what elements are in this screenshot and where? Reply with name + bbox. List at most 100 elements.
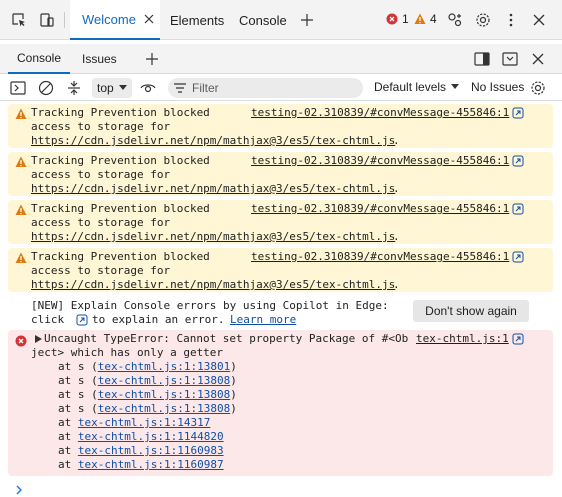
stack-location-link[interactable]: tex-chtml.js:1:13801 [98, 360, 230, 373]
source-link-icon[interactable] [512, 155, 524, 167]
dock-side-icon[interactable] [472, 49, 492, 69]
stack-suffix: ) [230, 360, 237, 373]
stack-prefix: at [58, 444, 78, 457]
console-settings-gear-icon[interactable] [528, 78, 548, 98]
console-warning: Tracking Prevention blocked testing-02.3… [8, 152, 553, 196]
error-icon [15, 335, 27, 347]
console-warning: Tracking Prevention blocked testing-02.3… [8, 104, 553, 148]
tab-console[interactable]: Console [227, 0, 287, 40]
stack-location-link[interactable]: tex-chtml.js:1:1160987 [78, 458, 224, 471]
live-expression-eye-icon[interactable] [138, 78, 158, 98]
stack-prefix: at [58, 458, 78, 471]
stack-location-link[interactable]: tex-chtml.js:1:13808 [98, 388, 230, 401]
close-icon[interactable] [144, 12, 154, 26]
stack-frame: at tex-chtml.js:1:1160983 [58, 444, 224, 458]
warning-icon [414, 13, 426, 24]
close-devtools-icon[interactable] [528, 9, 550, 31]
warning-source-link[interactable]: testing-02.310839/#convMessage-455846:1 [251, 250, 509, 264]
more-options-icon[interactable] [500, 9, 522, 31]
stack-location-link[interactable]: tex-chtml.js:1:1144820 [78, 430, 224, 443]
warning-source-link[interactable]: testing-02.310839/#convMessage-455846:1 [251, 106, 509, 120]
inspect-element-icon[interactable] [8, 9, 30, 31]
copilot-text: to explain an error. [92, 313, 225, 326]
stack-location-link[interactable]: tex-chtml.js:1:13808 [98, 374, 230, 387]
copilot-text: [NEW] Explain Console errors by using Co… [31, 299, 389, 312]
stack-frame: at tex-chtml.js:1:1144820 [58, 430, 224, 444]
context-selector[interactable]: top [92, 78, 132, 98]
levels-label: Default levels [374, 80, 447, 94]
source-link-icon[interactable] [512, 333, 524, 345]
tab-label: Console [16, 51, 62, 65]
caret-down-icon [451, 84, 460, 89]
warning-text: Tracking Prevention blocked [31, 106, 210, 119]
tab-drawer-issues[interactable]: Issues [82, 44, 117, 74]
warning-text: Tracking Prevention blocked [31, 154, 210, 167]
stack-prefix: at s ( [58, 360, 98, 373]
warning-text: . [393, 278, 400, 291]
console-warning: Tracking Prevention blocked testing-02.3… [8, 200, 553, 244]
drawer-toggle-icon[interactable] [500, 49, 520, 69]
console-toolbar: top Filter Default levels No Issues [0, 75, 562, 101]
error-icon [386, 13, 398, 25]
stack-location-link[interactable]: tex-chtml.js:1:1160983 [78, 444, 224, 457]
source-link-icon[interactable] [512, 107, 524, 119]
connections-icon[interactable] [444, 9, 466, 31]
add-tab-icon[interactable] [296, 9, 318, 31]
warning-url-link[interactable]: https://cdn.jsdelivr.net/npm/mathjax@3/e… [31, 134, 395, 148]
tab-welcome[interactable]: Welcome [70, 0, 160, 40]
error-count: 1 [402, 12, 409, 26]
stack-suffix: ) [230, 388, 237, 401]
devtools-top-bar: Welcome Elements Console 1 4 [0, 0, 562, 40]
filter-split-icon[interactable] [64, 78, 84, 98]
close-drawer-icon[interactable] [528, 49, 548, 69]
warning-source-link[interactable]: testing-02.310839/#convMessage-455846:1 [251, 154, 509, 168]
warning-text: . [393, 182, 400, 195]
context-value: top [97, 81, 114, 95]
source-link-icon[interactable] [512, 203, 524, 215]
warning-text: . [393, 230, 400, 243]
error-text: ject> which has only a getter [31, 346, 224, 359]
learn-more-link[interactable]: Learn more [230, 313, 296, 327]
warning-text: Tracking Prevention blocked [31, 202, 210, 215]
clear-console-icon[interactable] [36, 78, 56, 98]
tab-elements[interactable]: Elements [158, 0, 224, 40]
stack-frame: at s (tex-chtml.js:1:13808) [58, 388, 237, 402]
device-emulation-icon[interactable] [36, 9, 58, 31]
show-sidebar-icon[interactable] [8, 78, 28, 98]
warning-icon [15, 156, 27, 167]
filter-placeholder: Filter [192, 81, 219, 95]
warning-source-link[interactable]: testing-02.310839/#convMessage-455846:1 [251, 202, 509, 216]
log-levels-dropdown[interactable]: Default levels [374, 80, 460, 94]
warning-url-link[interactable]: https://cdn.jsdelivr.net/npm/mathjax@3/e… [31, 230, 395, 244]
expand-triangle-icon[interactable] [35, 335, 42, 343]
stack-frame: at tex-chtml.js:1:1160987 [58, 458, 224, 472]
warning-url-link[interactable]: https://cdn.jsdelivr.net/npm/mathjax@3/e… [31, 278, 395, 292]
divider [64, 12, 65, 28]
stack-frame: at tex-chtml.js:1:14317 [58, 416, 210, 430]
error-count-badge[interactable]: 1 [386, 12, 409, 26]
filter-input[interactable]: Filter [168, 78, 363, 98]
stack-prefix: at [58, 416, 78, 429]
source-link-icon[interactable] [512, 251, 524, 263]
stack-prefix: at s ( [58, 402, 98, 415]
warning-icon [15, 252, 27, 263]
warning-text: . [393, 134, 400, 147]
console-prompt-chevron-icon[interactable] [16, 484, 23, 497]
stack-location-link[interactable]: tex-chtml.js:1:13808 [98, 402, 230, 415]
add-drawer-tab-icon[interactable] [142, 49, 162, 69]
issues-count[interactable]: No Issues [471, 80, 524, 94]
copilot-icon[interactable] [76, 314, 88, 326]
error-source-link[interactable]: tex-chtml.js:1 [416, 332, 509, 346]
stack-location-link[interactable]: tex-chtml.js:1:14317 [78, 416, 210, 429]
warning-count-badge[interactable]: 4 [414, 12, 437, 26]
stack-prefix: at [58, 430, 78, 443]
console-error: Uncaught TypeError: Cannot set property … [8, 330, 553, 476]
tab-drawer-console[interactable]: Console [8, 44, 70, 74]
warning-url-link[interactable]: https://cdn.jsdelivr.net/npm/mathjax@3/e… [31, 182, 395, 196]
stack-frame: at s (tex-chtml.js:1:13808) [58, 374, 237, 388]
dont-show-again-button[interactable]: Don't show again [413, 300, 529, 322]
settings-gear-icon[interactable] [472, 9, 494, 31]
tab-label: Console [239, 12, 287, 28]
stack-prefix: at s ( [58, 374, 98, 387]
error-text: Uncaught TypeError: Cannot set property … [44, 332, 409, 345]
